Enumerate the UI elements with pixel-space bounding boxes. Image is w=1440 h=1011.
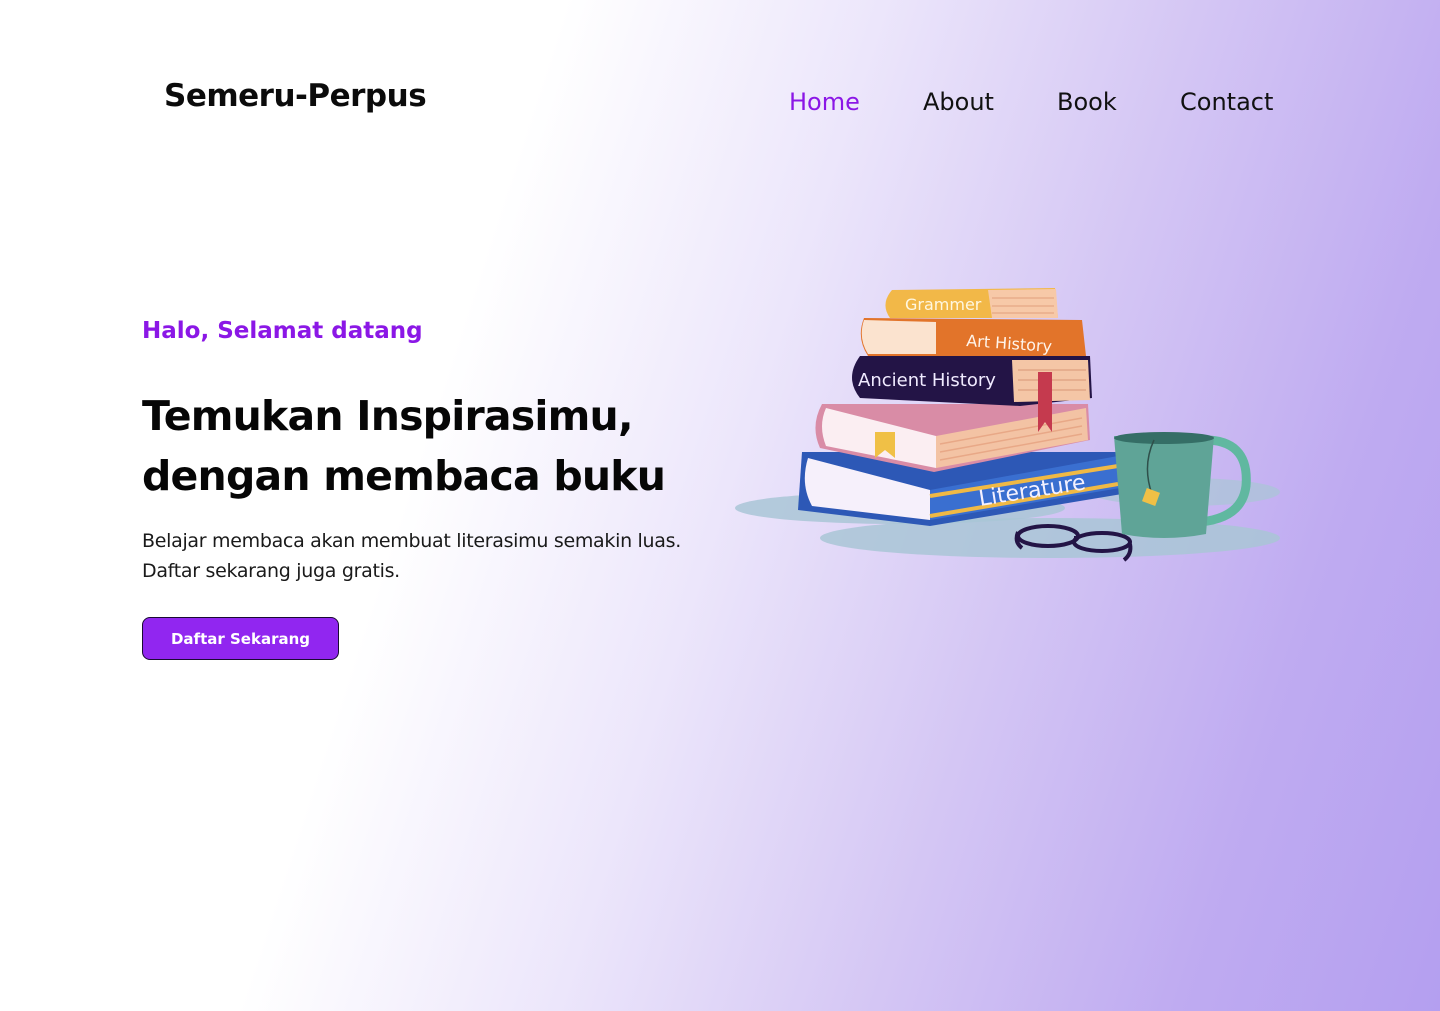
hero-description-line1: Belajar membaca akan membuat literasimu … xyxy=(142,530,681,552)
nav-about[interactable]: About xyxy=(923,88,994,116)
register-button[interactable]: Daftar Sekarang xyxy=(142,617,339,660)
hero-headline-line2: dengan membaca buku xyxy=(142,452,666,500)
hero-greeting: Halo, Selamat datang xyxy=(142,318,423,344)
book-grammer: Grammer xyxy=(885,288,1058,318)
book-art-history: Art History xyxy=(860,318,1086,356)
nav-home[interactable]: Home xyxy=(789,88,860,116)
hero-headline: Temukan Inspirasimu, dengan membaca buku xyxy=(142,386,666,506)
hero-description: Belajar membaca akan membuat literasimu … xyxy=(142,526,681,586)
book-grammer-title: Grammer xyxy=(905,295,982,314)
nav-book[interactable]: Book xyxy=(1057,88,1117,116)
nav-contact[interactable]: Contact xyxy=(1180,88,1273,116)
hero-headline-line1: Temukan Inspirasimu, xyxy=(142,392,634,440)
books-illustration: Literature Ancient History Art History G… xyxy=(735,288,1280,562)
book-ancient-history-title: Ancient History xyxy=(858,370,996,391)
brand-logo[interactable]: Semeru-Perpus xyxy=(164,78,427,114)
hero-description-line2: Daftar sekarang juga gratis. xyxy=(142,560,400,582)
